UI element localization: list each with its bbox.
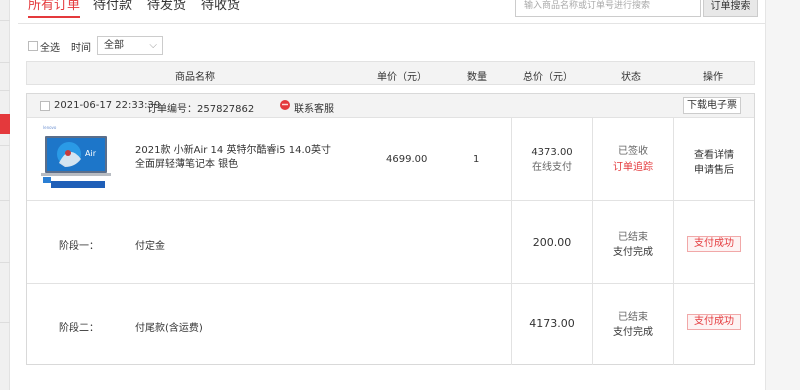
customer-service-icon[interactable] (279, 99, 291, 111)
sidebar-divider (0, 90, 10, 91)
order-total-amount: 4373.00 (531, 147, 573, 158)
order-list-panel: 所有订单 待付款 待发货 待收货 输入商品名称或订单号进行搜索 订单搜索 全选 … (18, 0, 765, 390)
row-divider (27, 200, 754, 201)
stage-status-text: 已结束 (618, 312, 648, 323)
stage-item: 付定金 (135, 241, 165, 252)
order-checkbox[interactable] (40, 101, 50, 111)
sidebar-divider (0, 20, 10, 21)
stage-amount: 200.00 (532, 236, 572, 249)
order-date: 2021-06-17 22:33:39 (54, 100, 161, 111)
column-header-status: 状态 (621, 72, 641, 83)
order-tabs: 所有订单 待付款 待发货 待收货 输入商品名称或订单号进行搜索 订单搜索 (18, 0, 765, 24)
stage-amount: 4173.00 (529, 317, 575, 330)
payment-method: 在线支付 (532, 162, 572, 173)
customer-service-link[interactable]: 联系客服 (294, 100, 334, 115)
tab-pending-receipt[interactable]: 待收货 (201, 0, 240, 13)
product-thumbnail[interactable]: lenovo Air (41, 123, 111, 195)
stage-status-detail: 支付完成 (613, 247, 653, 258)
time-filter-select[interactable]: 全部 ⌵ (97, 36, 163, 55)
product-quantity: 1 (473, 154, 480, 165)
column-divider (592, 118, 593, 365)
stage-status-text: 已结束 (618, 232, 648, 243)
time-filter-value: 全部 (104, 40, 124, 51)
stage-item: 付尾款(含运费) (135, 323, 203, 334)
sidebar-divider (0, 145, 10, 146)
sidebar-active-marker[interactable] (0, 114, 10, 134)
product-unit-price: 4699.00 (386, 154, 428, 165)
right-panel (765, 0, 800, 390)
select-all-label: 全选 (40, 43, 60, 54)
stage-label: 阶段二： (59, 323, 99, 334)
product-name-link[interactable]: 2021款 小新Air 14 英特尔酷睿i5 14.0英寸全面屏轻薄笔记本 银色 (135, 144, 340, 172)
row-divider (27, 283, 754, 284)
payment-success-badge[interactable]: 支付成功 (687, 236, 741, 252)
payment-success-badge[interactable]: 支付成功 (687, 314, 741, 330)
order-actions: 查看详情 申请售后 (675, 148, 753, 178)
svg-text:lenovo: lenovo (43, 125, 57, 130)
order-total: 4373.00 在线支付 (513, 145, 591, 175)
left-sidebar-strip (0, 0, 10, 390)
select-all-checkbox[interactable] (28, 41, 38, 51)
column-header-quantity: 数量 (467, 72, 487, 83)
stage-label: 阶段一： (59, 241, 99, 252)
order-number: 订单编号：257827862 (147, 104, 255, 115)
view-details-link[interactable]: 查看详情 (675, 148, 753, 163)
sidebar-divider (0, 62, 10, 63)
time-filter-label: 时间 (71, 43, 91, 54)
order-search-button[interactable]: 订单搜索 (703, 0, 758, 17)
order-card: 2021-06-17 22:33:39 订单编号：257827862 联系客服 … (26, 93, 755, 365)
column-header-unit-price: 单价（元） (377, 72, 427, 83)
column-header-actions: 操作 (703, 72, 723, 83)
sidebar-divider (0, 200, 10, 201)
sidebar-divider (0, 262, 10, 263)
download-invoice-button[interactable]: 下载电子票 (683, 97, 741, 114)
order-status: 已签收 订单追踪 (594, 144, 672, 176)
column-header-name: 商品名称 (175, 72, 215, 83)
column-divider (511, 118, 512, 365)
column-header-total: 总价（元） (523, 72, 573, 83)
order-tracking-link[interactable]: 订单追踪 (594, 160, 672, 176)
stage-status: 已结束 支付完成 (594, 310, 672, 340)
tab-all-orders[interactable]: 所有订单 (28, 0, 81, 18)
chevron-down-icon: ⌵ (149, 40, 157, 51)
filter-bar: 全选 时间 全部 ⌵ (18, 36, 318, 56)
table-header: 商品名称 单价（元） 数量 总价（元） 状态 操作 (26, 61, 755, 85)
apply-after-sales-link[interactable]: 申请售后 (675, 163, 753, 178)
sidebar-divider (0, 322, 10, 323)
order-header: 2021-06-17 22:33:39 订单编号：257827862 联系客服 … (27, 94, 754, 118)
order-search-input[interactable]: 输入商品名称或订单号进行搜索 (515, 0, 701, 17)
tab-pending-payment[interactable]: 待付款 (93, 0, 132, 13)
svg-text:Air: Air (85, 149, 97, 158)
column-divider (673, 118, 674, 365)
stage-status: 已结束 支付完成 (594, 230, 672, 260)
order-status-text: 已签收 (618, 146, 648, 157)
tab-pending-shipment[interactable]: 待发货 (147, 0, 186, 13)
stage-status-detail: 支付完成 (613, 327, 653, 338)
